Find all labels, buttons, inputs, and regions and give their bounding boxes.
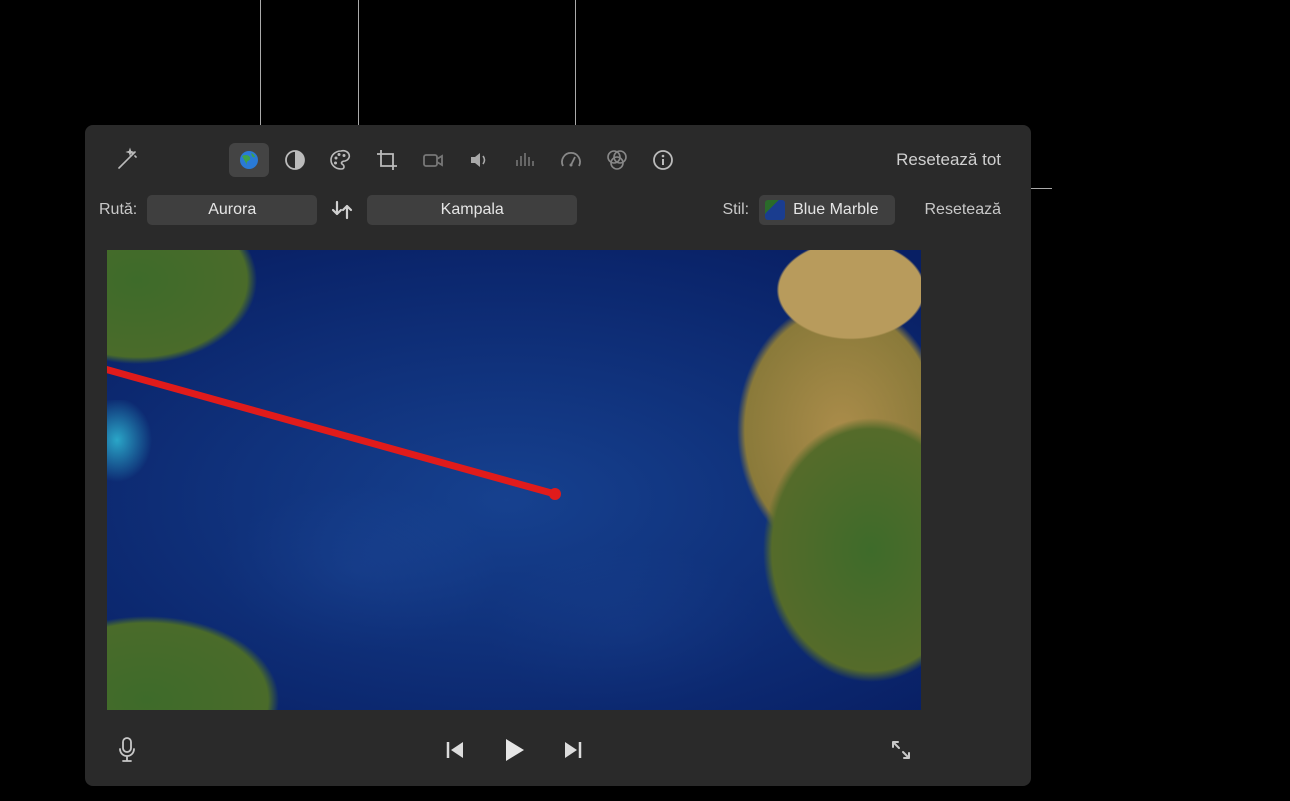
- reset-all-button[interactable]: Resetează tot: [888, 146, 1009, 174]
- playback-controls: [441, 735, 587, 765]
- exposure-icon: [283, 148, 307, 172]
- microphone-button[interactable]: [107, 730, 147, 770]
- equalizer-button[interactable]: [505, 143, 545, 177]
- speedometer-icon: [559, 148, 583, 172]
- speed-button[interactable]: [551, 143, 591, 177]
- equalizer-icon: [513, 148, 537, 172]
- microphone-icon: [117, 737, 137, 763]
- route-start-field[interactable]: Aurora: [147, 195, 317, 225]
- crop-icon: [375, 148, 399, 172]
- info-icon: [651, 148, 675, 172]
- camera-icon: [421, 148, 445, 172]
- previous-icon: [445, 740, 467, 760]
- info-button[interactable]: [643, 143, 683, 177]
- next-icon: [561, 740, 583, 760]
- filters-icon: [604, 148, 630, 172]
- crop-button[interactable]: [367, 143, 407, 177]
- exposure-button[interactable]: [275, 143, 315, 177]
- globe-icon: [237, 148, 261, 172]
- route-line: [107, 250, 921, 710]
- style-thumbnail-icon: [765, 200, 785, 220]
- adjust-toolbar: Resetează tot: [85, 125, 1031, 183]
- volume-button[interactable]: [459, 143, 499, 177]
- next-button[interactable]: [557, 735, 587, 765]
- swap-route-button[interactable]: [327, 195, 357, 225]
- filters-button[interactable]: [597, 143, 637, 177]
- style-label: Stil:: [722, 201, 749, 219]
- swap-arrows-icon: [330, 199, 354, 221]
- transport-bar: [107, 730, 921, 770]
- play-icon: [502, 737, 526, 763]
- palette-icon: [328, 148, 354, 172]
- magic-wand-icon: [115, 148, 139, 172]
- fullscreen-button[interactable]: [881, 730, 921, 770]
- volume-icon: [467, 148, 491, 172]
- play-button[interactable]: [499, 735, 529, 765]
- globe-button[interactable]: [229, 143, 269, 177]
- viewer-panel: Resetează tot Rută: Aurora Kampala Stil:…: [85, 125, 1031, 786]
- route-style-row: Rută: Aurora Kampala Stil: Blue Marble R…: [85, 183, 1031, 231]
- route-end-field[interactable]: Kampala: [367, 195, 577, 225]
- map-viewer[interactable]: [107, 250, 921, 710]
- camera-button[interactable]: [413, 143, 453, 177]
- palette-button[interactable]: [321, 143, 361, 177]
- fullscreen-icon: [889, 738, 913, 762]
- style-picker[interactable]: Blue Marble: [759, 195, 894, 225]
- route-label: Rută:: [99, 201, 137, 219]
- previous-button[interactable]: [441, 735, 471, 765]
- magic-wand-button[interactable]: [107, 143, 147, 177]
- reset-style-button[interactable]: Resetează: [917, 197, 1010, 223]
- style-value: Blue Marble: [793, 201, 878, 219]
